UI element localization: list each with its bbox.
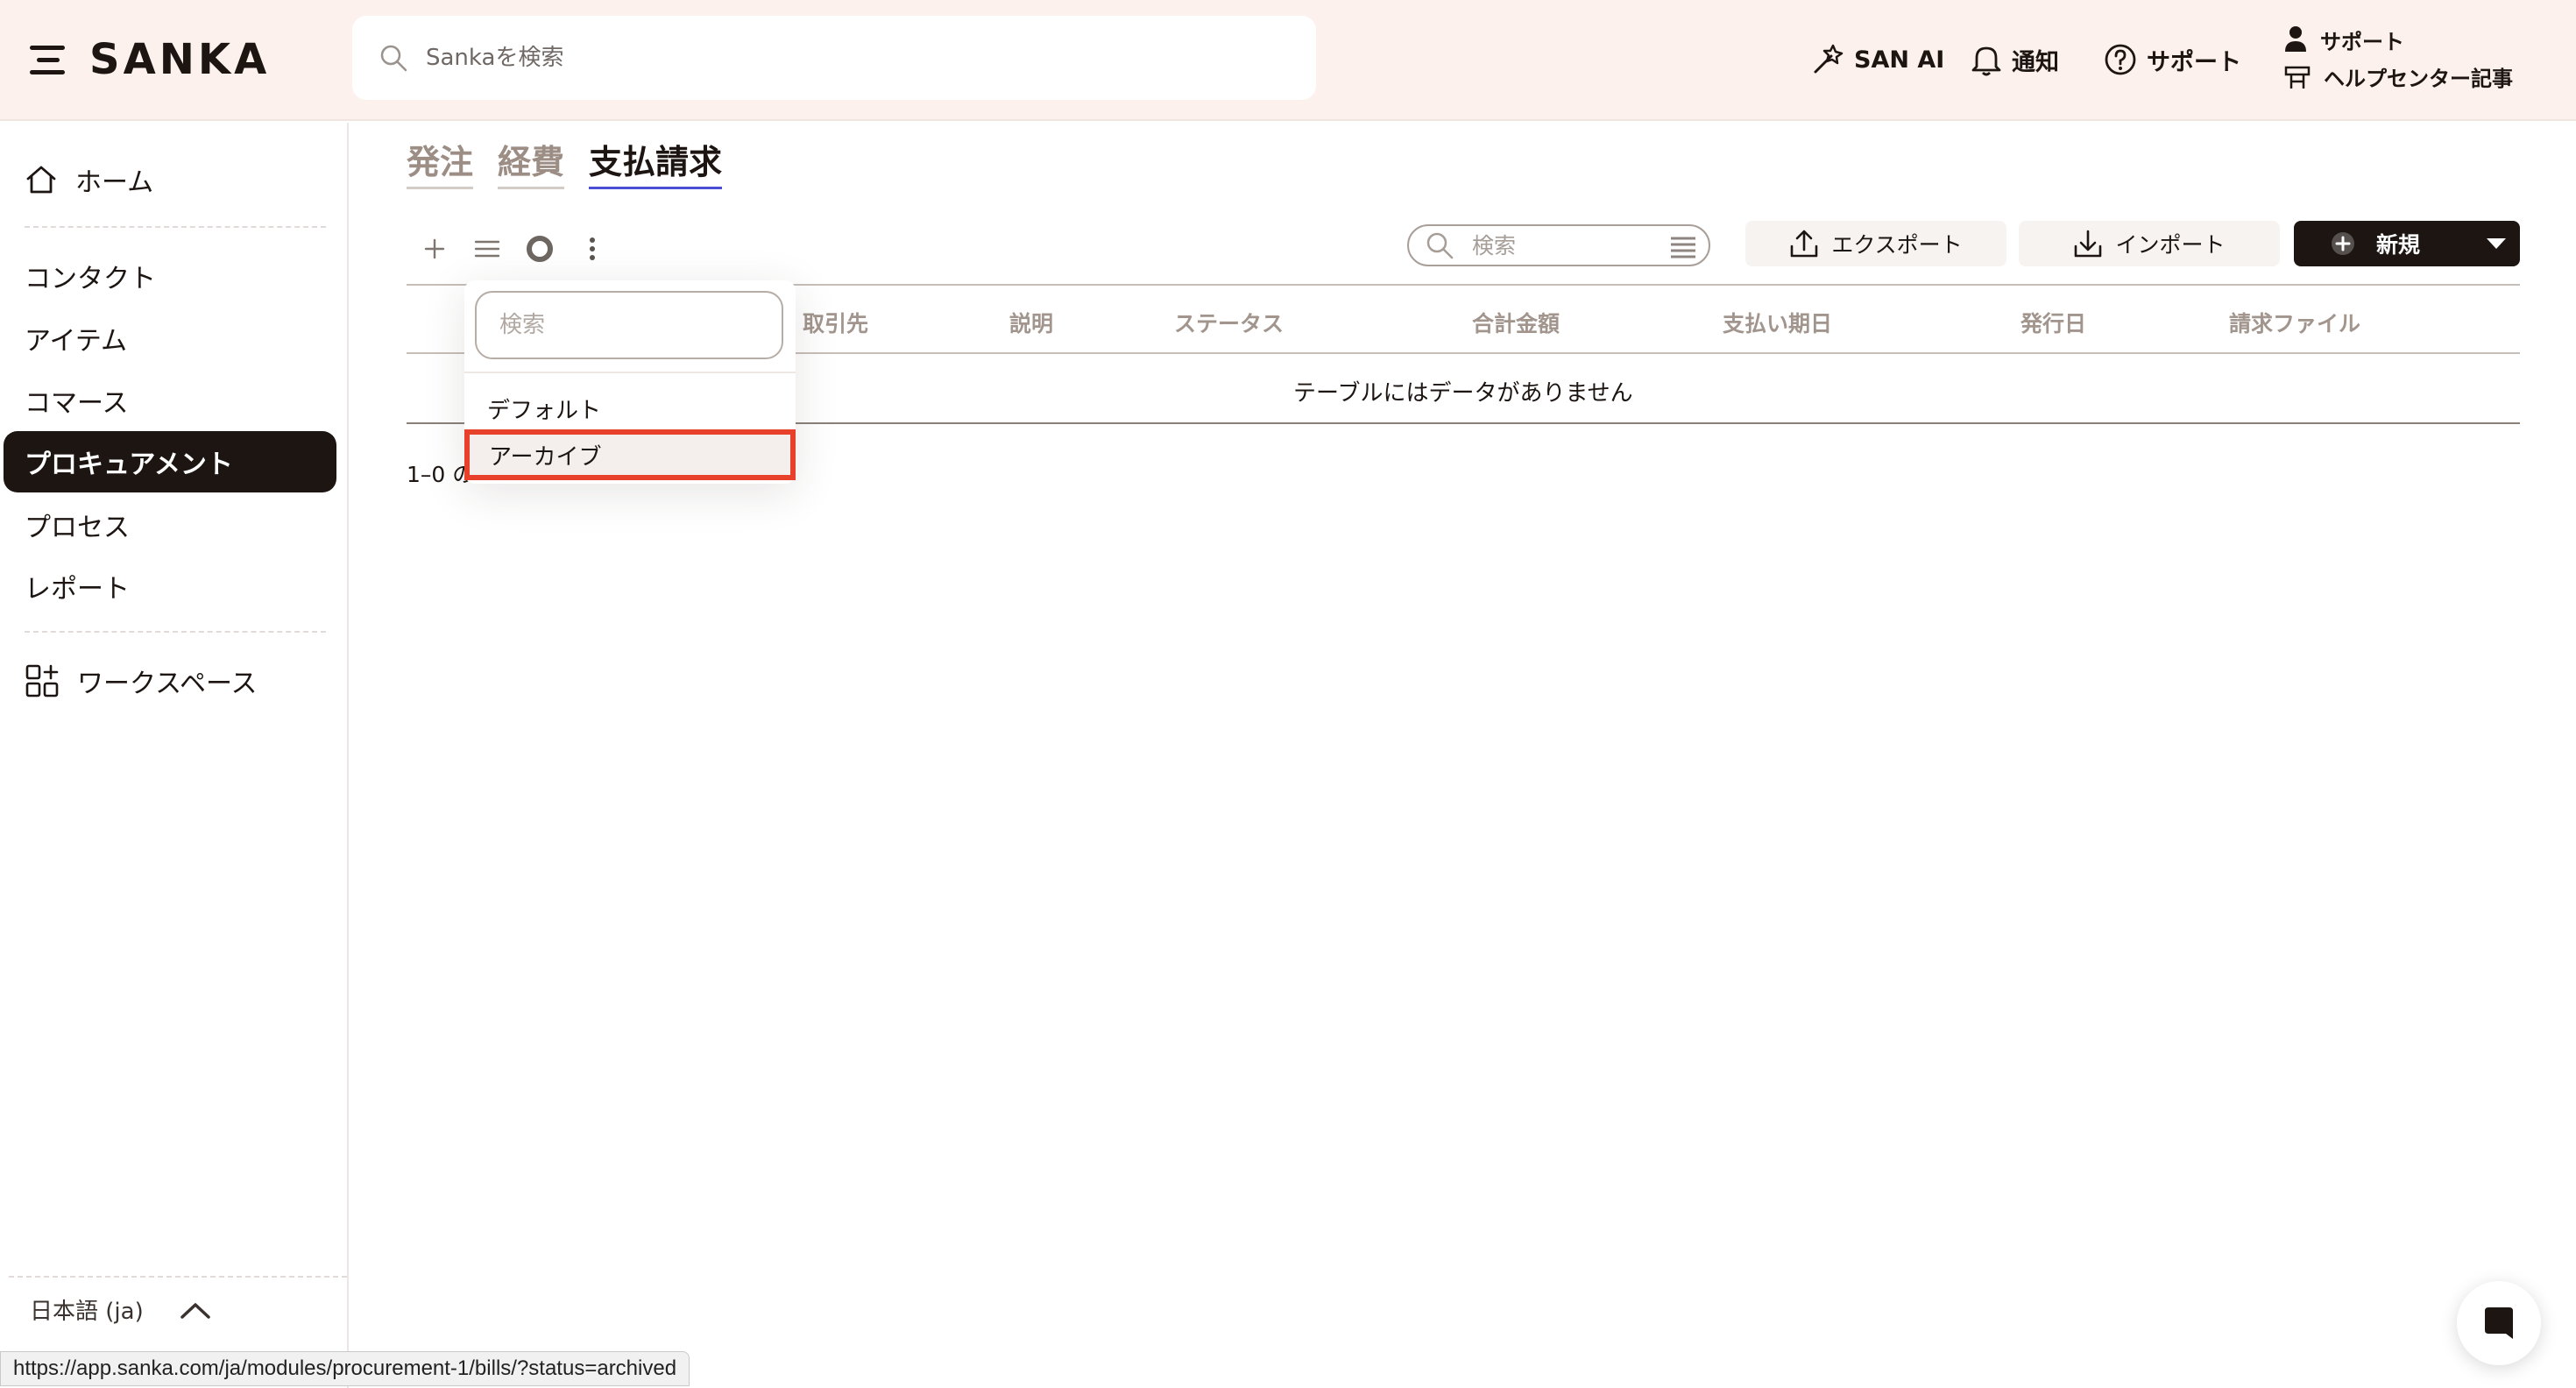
column-header-due-date[interactable]: 支払い期日 [1723,307,1832,338]
upload-icon [1791,230,1818,258]
sidebar-item-contacts[interactable]: コンタクト [4,245,336,307]
download-icon [2075,230,2102,258]
dropdown-search-field[interactable] [475,291,783,359]
dropdown-divider [464,372,796,373]
browser-status-url: https://app.sanka.com/ja/modules/procure… [0,1351,690,1386]
support-user-label: サポート [2320,29,2404,54]
san-ai-label: SAN AI [1854,46,1945,74]
sidebar-item-commerce[interactable]: コマース [4,370,336,431]
notifications-button[interactable]: 通知 [1970,35,2059,84]
chat-launcher-button[interactable] [2457,1281,2541,1365]
user-icon [2285,26,2306,52]
sidebar-item-reports[interactable]: レポート [4,556,336,617]
column-header-description[interactable]: 説明 [1009,307,1053,338]
dropdown-item-archive[interactable]: アーカイブ [464,429,796,480]
notifications-label: 通知 [2012,48,2059,76]
top-header: SANKA SAN AI 通知 サポート [0,0,2576,121]
san-ai-button[interactable]: SAN AI [1810,35,1944,84]
hamburger-menu-icon[interactable] [30,42,65,77]
bell-icon [1971,46,2001,76]
tab-expenses[interactable]: 経費 [498,135,565,189]
table-search-bar[interactable] [1407,224,1710,266]
help-center-icon [2284,66,2311,89]
sidebar-item-label: プロキュアメント [25,450,233,480]
support-label: サポート [2147,48,2241,76]
brand-name: SANKA [89,35,271,84]
new-label: 新規 [2376,232,2421,258]
search-icon [1426,232,1454,259]
sidebar-divider [25,631,326,633]
sidebar-item-workspace[interactable]: ワークスペース [4,650,336,712]
home-icon [26,166,56,194]
kebab-menu-icon [590,237,595,260]
help-center-label: ヘルプセンター記事 [2324,66,2513,91]
module-tabs: 発注 経費 支払請求 [407,135,747,189]
new-record-button[interactable]: 新規 [2294,221,2520,266]
filter-list-icon[interactable] [1670,235,1696,259]
dropdown-item-label: アーカイブ [489,443,602,471]
status-filter-button[interactable] [524,233,556,265]
sidebar-footer-divider [9,1276,347,1278]
chevron-up-icon [180,1302,210,1319]
sidebar-item-items[interactable]: アイテム [4,308,336,369]
support-button[interactable]: サポート [2103,35,2241,84]
sidebar-item-label: ホーム [75,167,154,198]
circle-icon [527,236,553,262]
import-button[interactable]: インポート [2019,221,2280,266]
user-support-menu[interactable]: サポート ヘルプセンター記事 [2283,21,2513,95]
global-search-bar[interactable] [352,16,1316,100]
view-dropdown-menu: デフォルト アーカイブ [464,280,796,484]
dropdown-search-input[interactable] [499,312,762,338]
chat-bubble-icon [2485,1307,2513,1339]
magic-wand-icon [1814,44,1844,74]
list-icon [474,240,500,258]
sidebar: ホーム コンタクト アイテム コマース プロキュアメント プロセス レポート ワ… [0,123,349,1388]
sidebar-item-label: プロセス [25,513,130,543]
workspace-icon [25,664,59,698]
column-header-vendor[interactable]: 取引先 [803,307,868,338]
search-icon [380,45,407,72]
table-search-input[interactable] [1472,232,1665,258]
sidebar-item-process[interactable]: プロセス [4,494,336,556]
column-header-total[interactable]: 合計金額 [1472,307,1560,338]
language-selector[interactable]: 日本語 (ja) [30,1293,212,1326]
column-header-status[interactable]: ステータス [1174,307,1284,338]
sidebar-item-home[interactable]: ホーム [4,149,336,210]
more-options-button[interactable] [577,233,608,265]
sidebar-item-label: コンタクト [25,264,156,294]
tab-bills[interactable]: 支払請求 [589,135,723,189]
column-header-issue-date[interactable]: 発行日 [2020,307,2086,338]
tab-purchase-orders[interactable]: 発注 [407,135,474,189]
language-label: 日本語 (ja) [30,1299,144,1325]
column-header-bill-file[interactable]: 請求ファイル [2229,307,2360,338]
plus-icon [424,238,445,259]
view-toolbar [419,233,629,265]
import-label: インポート [2115,232,2226,258]
sidebar-item-label: アイテム [25,326,127,357]
export-button[interactable]: エクスポート [1745,221,2006,266]
dropdown-item-default[interactable]: デフォルト [487,393,601,425]
caret-down-icon[interactable] [2485,235,2508,252]
sidebar-item-label: レポート [25,574,130,605]
empty-table-message: テーブルにはデータがありません [1293,380,1633,407]
plus-circle-icon [2332,232,2354,255]
sidebar-item-label: ワークスペース [77,669,258,699]
export-label: エクスポート [1831,232,1963,258]
help-circle-icon [2105,44,2136,75]
sidebar-item-procurement[interactable]: プロキュアメント [4,431,336,492]
sidebar-divider [25,226,326,228]
global-search-input[interactable] [426,45,1214,71]
brand-logo[interactable]: SANKA [30,35,270,84]
sidebar-item-label: コマース [25,388,129,419]
add-view-button[interactable] [419,233,450,265]
view-list-button[interactable] [471,233,503,265]
